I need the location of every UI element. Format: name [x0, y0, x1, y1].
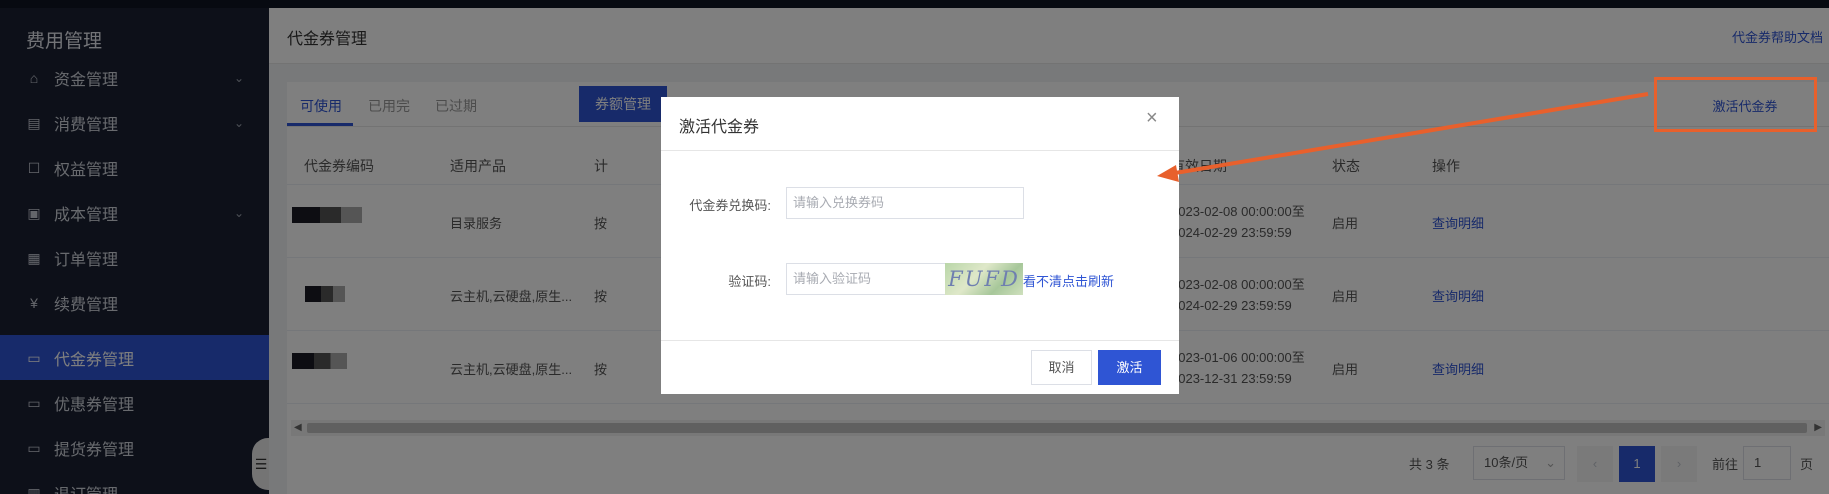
annotation-arrow-icon — [1157, 92, 1649, 182]
arrow-head — [1157, 165, 1179, 182]
arrow-line — [1174, 92, 1649, 175]
